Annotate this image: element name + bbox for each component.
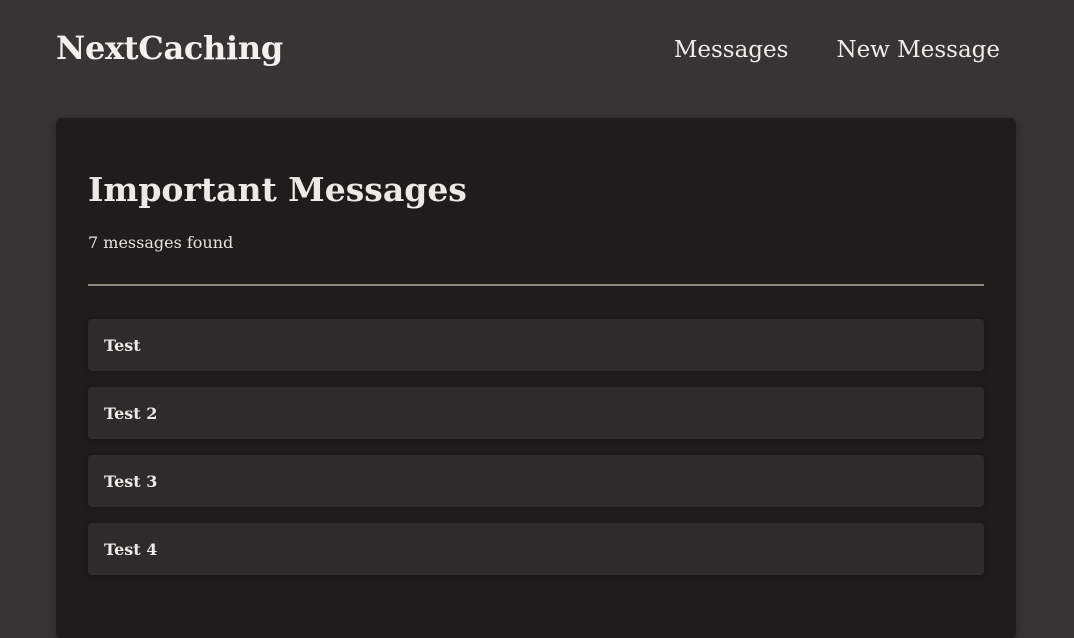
message-list: Test Test 2 Test 3 Test 4 bbox=[88, 319, 984, 591]
site-header: NextCaching Messages New Message bbox=[0, 0, 1074, 100]
nav-link-messages[interactable]: Messages bbox=[674, 34, 789, 66]
message-title: Test 3 bbox=[104, 471, 158, 491]
message-title: Test 4 bbox=[104, 539, 158, 559]
messages-card: Important Messages 7 messages found Test… bbox=[56, 118, 1016, 638]
page-title: Important Messages bbox=[88, 170, 467, 209]
message-item[interactable]: Test 4 bbox=[88, 523, 984, 575]
main-nav: Messages New Message bbox=[674, 34, 1000, 66]
message-count: 7 messages found bbox=[88, 233, 234, 252]
message-title: Test 2 bbox=[104, 403, 158, 423]
site-logo[interactable]: NextCaching bbox=[56, 28, 283, 68]
nav-link-new-message[interactable]: New Message bbox=[836, 34, 1000, 66]
message-item[interactable]: Test bbox=[88, 319, 984, 371]
message-item[interactable]: Test 3 bbox=[88, 455, 984, 507]
divider bbox=[88, 284, 984, 286]
message-item[interactable]: Test 2 bbox=[88, 387, 984, 439]
message-title: Test bbox=[104, 335, 141, 355]
